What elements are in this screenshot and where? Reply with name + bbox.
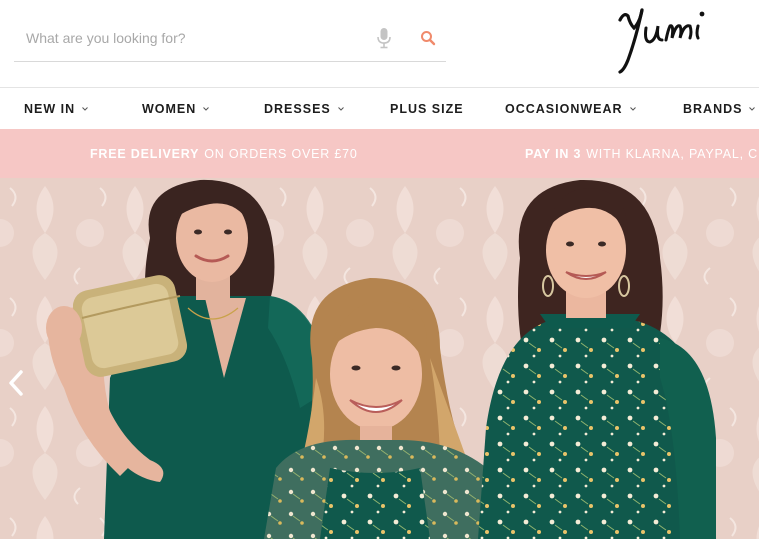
- nav-item-brands[interactable]: BRANDS: [683, 88, 756, 129]
- promo-message-delivery[interactable]: FREE DELIVERY ON ORDERS OVER £70: [90, 129, 358, 178]
- microphone-icon[interactable]: [370, 24, 398, 52]
- nav-item-occasionwear[interactable]: OCCASIONWEAR: [505, 88, 637, 129]
- chevron-left-icon[interactable]: [4, 368, 28, 398]
- nav-item-plus-size[interactable]: PLUS SIZE: [390, 88, 464, 129]
- chevron-down-icon: [337, 105, 345, 113]
- promo-text: WITH KLARNA, PAYPAL, CLE: [586, 146, 759, 161]
- nav-item-dresses[interactable]: DRESSES: [264, 88, 345, 129]
- site-header: [0, 0, 759, 88]
- nav-item-label: BRANDS: [683, 101, 743, 116]
- hero-image: [0, 178, 759, 539]
- hero-banner[interactable]: [0, 178, 759, 539]
- promo-banner: FREE DELIVERY ON ORDERS OVER £70 PAY IN …: [0, 129, 759, 178]
- chevron-down-icon: [629, 105, 637, 113]
- chevron-down-icon: [748, 105, 756, 113]
- nav-item-label: OCCASIONWEAR: [505, 101, 623, 116]
- promo-bold-text: FREE DELIVERY: [90, 146, 200, 161]
- brand-logo[interactable]: [610, 2, 722, 76]
- nav-item-new-in[interactable]: NEW IN: [24, 88, 89, 129]
- nav-item-label: DRESSES: [264, 101, 331, 116]
- main-nav: NEW IN WOMEN DRESSES PLUS SIZE OCCASIONW…: [0, 88, 759, 129]
- search-icon[interactable]: [414, 24, 442, 52]
- nav-item-label: PLUS SIZE: [390, 101, 464, 116]
- promo-message-payment[interactable]: PAY IN 3 WITH KLARNA, PAYPAL, CLE: [525, 129, 759, 178]
- nav-item-label: WOMEN: [142, 101, 197, 116]
- chevron-down-icon: [81, 105, 89, 113]
- promo-bold-text: PAY IN 3: [525, 146, 582, 161]
- chevron-down-icon: [202, 105, 210, 113]
- nav-item-women[interactable]: WOMEN: [142, 88, 210, 129]
- promo-text: ON ORDERS OVER £70: [204, 146, 358, 161]
- nav-item-label: NEW IN: [24, 101, 76, 116]
- search-input[interactable]: [14, 24, 354, 52]
- search-bar: [14, 14, 446, 62]
